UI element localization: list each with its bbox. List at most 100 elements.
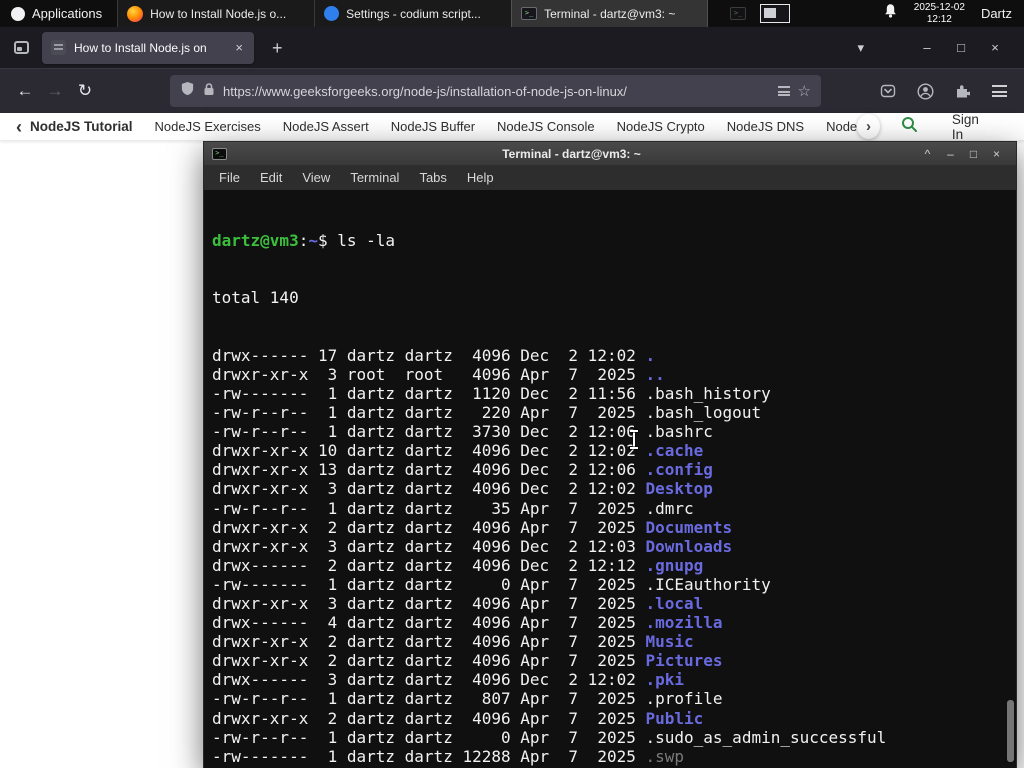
taskbar-label: Terminal - dartz@vm3: ~ [544,6,676,21]
site-subnav: ‹ NodeJS Tutorial NodeJS Exercises NodeJ… [0,112,1024,142]
terminal-window-icon: >_ [212,147,227,160]
taskbar-button-codium[interactable]: Settings - codium script... [314,0,512,27]
file-name: .gnupg [645,555,704,575]
terminal-line: drwxr-xr-x 3 root root 4096 Apr 7 2025 .… [212,364,665,384]
subnav-item-console[interactable]: NodeJS Console [497,119,595,134]
file-name: .bash_logout [645,403,762,423]
bookmark-star-icon[interactable]: ☆ [798,82,811,100]
list-all-tabs-icon[interactable]: ▾ [857,40,864,56]
menu-terminal[interactable]: Terminal [340,170,409,185]
terminal-line: -rw------- 1 dartz dartz 1120 Dec 2 11:5… [212,383,771,403]
taskbar-button-terminal[interactable]: >_ Terminal - dartz@vm3: ~ [511,0,709,27]
panel-indicators: 2025-12-02 12:12 Dartz [883,2,1024,25]
tab-close-icon[interactable]: × [233,40,245,55]
terminal-window: >_ Terminal - dartz@vm3: ~ ^ – □ × File … [203,141,1017,768]
terminal-shade-button[interactable]: ^ [916,147,939,161]
tab-favicon [51,40,66,55]
pocket-icon[interactable] [873,76,903,106]
panel-clock[interactable]: 2025-12-02 12:12 [914,2,965,25]
terminal-line: drwxr-xr-x 2 dartz dartz 4096 Apr 7 2025… [212,708,704,728]
file-name: Music [645,632,694,652]
tray-terminal-icon[interactable]: >_ [730,7,747,20]
user-menu[interactable]: Dartz [981,6,1012,21]
firefox-icon [127,5,144,22]
toolbar-right-icons [873,76,1014,106]
forward-button[interactable]: → [40,76,70,106]
back-button[interactable]: ← [10,76,40,106]
reload-button[interactable]: ↻ [70,76,100,106]
file-name: .cache [645,441,704,461]
notification-bell-icon[interactable] [883,3,898,24]
file-name: .mozilla [645,613,723,633]
close-button[interactable]: × [978,40,1012,55]
lock-icon[interactable] [203,82,215,101]
url-text: https://www.geeksforgeeks.org/node-js/in… [223,83,627,99]
reader-view-icon[interactable] [777,86,790,96]
account-icon[interactable] [910,76,940,106]
terminal-close-button[interactable]: × [985,147,1008,161]
terminal-minimize-button[interactable]: – [939,147,962,161]
terminal-line: drwxr-xr-x 3 dartz dartz 4096 Dec 2 12:0… [212,536,733,556]
file-name: .swp [645,746,685,766]
prompt-path: ~ [308,231,318,251]
terminal-line: -rw-r--r-- 1 dartz dartz 220 Apr 7 2025 … [212,403,762,423]
terminal-line: drwxr-xr-x 3 dartz dartz 4096 Apr 7 2025… [212,593,704,613]
applications-menu-button[interactable]: Applications [0,0,113,27]
terminal-maximize-button[interactable]: □ [962,147,985,161]
file-name: .config [645,460,713,480]
tab-title: How to Install Node.js on [74,40,207,55]
subnav-item-tutorial[interactable]: NodeJS Tutorial [30,119,133,134]
terminal-line: drwxr-xr-x 10 dartz dartz 4096 Dec 2 12:… [212,441,704,461]
clock-time: 12:12 [926,13,952,25]
menu-hamburger-icon[interactable] [984,76,1014,106]
sign-in-button[interactable]: Sign In [952,112,990,142]
extensions-icon[interactable] [947,76,977,106]
minimize-button[interactable]: – [910,40,944,55]
menu-view[interactable]: View [292,170,340,185]
terminal-titlebar[interactable]: >_ Terminal - dartz@vm3: ~ ^ – □ × [203,141,1017,165]
tracking-shield-icon[interactable] [180,81,195,101]
terminal-line: drwxr-xr-x 2 dartz dartz 4096 Apr 7 2025… [212,517,733,537]
terminal-line: drwxr-xr-x 2 dartz dartz 4096 Apr 7 2025… [212,651,723,671]
browser-tab-active[interactable]: How to Install Node.js on × [42,31,254,64]
terminal-output[interactable]: dartz@vm3:~$ ls -la total 140 drwx------… [203,190,1017,768]
maximize-button[interactable]: □ [944,40,978,55]
file-name: .bash_history [645,383,771,403]
window-controls: ▾ – □ × [857,40,1012,56]
file-name: .ICEauthority [645,574,771,594]
terminal-line: drwxr-xr-x 2 dartz dartz 4096 Apr 7 2025… [212,632,694,652]
nav-scroll-right-icon[interactable]: › [857,114,880,139]
workspace-switcher[interactable] [760,4,791,23]
terminal-line: drwx------ 2 dartz dartz 4096 Dec 2 12:1… [212,555,704,575]
subnav-item-crypto[interactable]: NodeJS Crypto [617,119,705,134]
nav-scroll-left-icon[interactable]: ‹ [16,118,22,136]
subnav-item-truncated[interactable]: Node [826,119,857,134]
applications-icon [11,6,25,21]
terminal-scrollbar-thumb[interactable] [1007,700,1014,762]
menu-tabs[interactable]: Tabs [409,170,456,185]
menu-help[interactable]: Help [457,170,504,185]
terminal-line: drwxr-xr-x 3 dartz dartz 4096 Dec 2 12:0… [212,479,713,499]
terminal-listing: drwx------ 17 dartz dartz 4096 Dec 2 12:… [212,346,1016,768]
top-panel: Applications How to Install Node.js o...… [0,0,1024,27]
search-icon[interactable] [900,115,918,138]
subnav-item-dns[interactable]: NodeJS DNS [727,119,804,134]
url-bar[interactable]: https://www.geeksforgeeks.org/node-js/in… [170,75,821,107]
file-name: Documents [645,517,733,537]
file-name: .dmrc [645,498,694,518]
window-taskbar: How to Install Node.js o... Settings - c… [117,0,709,27]
taskbar-button-firefox[interactable]: How to Install Node.js o... [117,0,315,27]
terminal-title: Terminal - dartz@vm3: ~ [502,146,641,161]
subnav-item-assert[interactable]: NodeJS Assert [283,119,369,134]
terminal-line: drwxr-xr-x 13 dartz dartz 4096 Dec 2 12:… [212,460,713,480]
file-name: .sudo_as_admin_successful [645,727,887,747]
new-tab-button[interactable]: + [266,37,289,59]
subnav-item-buffer[interactable]: NodeJS Buffer [391,119,475,134]
firefox-view-icon[interactable] [14,41,29,54]
menu-file[interactable]: File [209,170,250,185]
menu-edit[interactable]: Edit [250,170,292,185]
subnav-item-exercises[interactable]: NodeJS Exercises [155,119,261,134]
codium-icon [324,6,340,21]
prompt-command: ls -la [337,231,396,251]
system-tray: >_ [730,4,791,23]
